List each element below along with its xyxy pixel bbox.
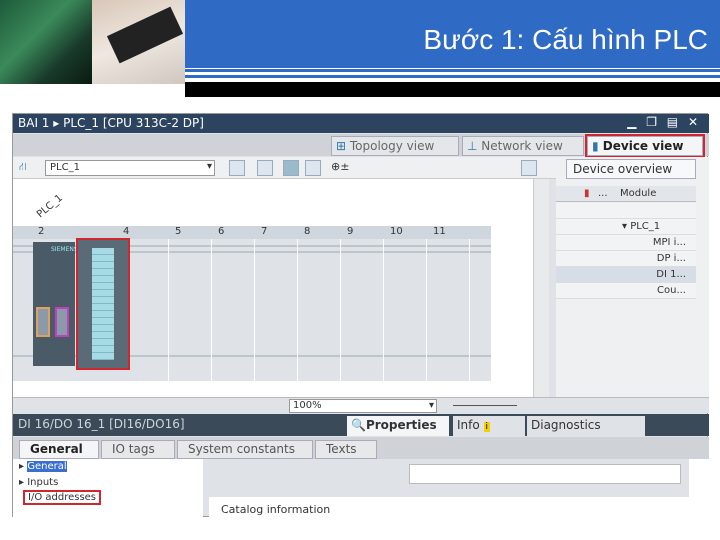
tab-network-view[interactable]: ⊥ Network view: [462, 136, 584, 156]
catalog-information-heading: Catalog information: [221, 503, 331, 516]
slot-number: 7: [261, 226, 268, 237]
di16-do16-module[interactable]: [76, 238, 130, 370]
header-band: Bước 1: Cấu hình PLC: [185, 0, 720, 68]
window-controls[interactable]: ▁ ❐ ▤ ✕: [627, 115, 701, 129]
property-nav: ▸ General ▸ Inputs I/O addresses: [13, 459, 203, 518]
properties-icon: 🔍: [351, 418, 366, 432]
network-icon: ⊥: [467, 139, 482, 153]
dp-port[interactable]: [55, 307, 69, 337]
view-tabs: ⊞ Topology view ⊥ Network view ▮ Device …: [13, 134, 709, 158]
nav-inputs[interactable]: ▸ Inputs: [19, 477, 58, 488]
horizontal-scrollbar[interactable]: 100% ▾: [13, 397, 709, 413]
slot-number: 4: [123, 226, 130, 237]
device-connect-icon[interactable]: ⛙: [19, 160, 27, 175]
slot-number: 11: [433, 226, 446, 237]
cpu-module[interactable]: SIEMENS: [33, 242, 78, 366]
slot-number: 2: [38, 226, 45, 237]
module-icon: ▮: [584, 188, 590, 199]
divider: [185, 82, 720, 97]
zoom-in-icon[interactable]: ⊕±: [331, 160, 349, 173]
tab-device-view[interactable]: ▮ Device view: [585, 134, 705, 158]
slot-number: 10: [390, 226, 403, 237]
list-item[interactable]: DP i...: [556, 251, 696, 267]
chevron-down-icon: ▾: [206, 161, 212, 172]
grid-icon[interactable]: [305, 160, 321, 176]
slot-number: 6: [218, 226, 225, 237]
slot-number: 5: [175, 226, 182, 237]
slide-title: Bước 1: Cấu hình PLC: [423, 24, 708, 55]
tia-portal-window: BAI 1 ▸ PLC_1 [CPU 313C-2 DP] ▁ ❐ ▤ ✕ ⊞ …: [12, 113, 709, 518]
breadcrumb: BAI 1 ▸ PLC_1 [CPU 313C-2 DP]: [13, 114, 709, 133]
slot-number: 9: [347, 226, 354, 237]
tab-general[interactable]: General: [19, 440, 99, 459]
slot-numbering-icon[interactable]: [229, 160, 245, 176]
list-item[interactable]: MPI i...: [556, 235, 696, 251]
comment-field[interactable]: [409, 464, 681, 484]
list-item[interactable]: Cou...: [556, 283, 696, 299]
list-item: [556, 203, 696, 219]
slot-header: 2 4 5 6 7 8 9 10 11: [13, 226, 491, 239]
device-select[interactable]: PLC_1 ▾: [45, 160, 215, 176]
tab-system-constants[interactable]: System constants: [177, 440, 313, 459]
list-item[interactable]: ▾ PLC_1: [556, 219, 696, 235]
device-toolbar: ⛙ PLC_1 ▾ ⊕±: [13, 157, 556, 179]
zoom-select[interactable]: 100% ▾: [289, 399, 437, 413]
divider: [185, 69, 720, 72]
nav-io-addresses[interactable]: I/O addresses: [22, 490, 102, 505]
header-image-circuit: [0, 0, 92, 84]
nav-general[interactable]: ▸ General: [19, 461, 67, 472]
tab-properties[interactable]: 🔍Properties: [347, 416, 449, 436]
tab-device-overview[interactable]: Device overview: [566, 159, 696, 179]
zoom-slider[interactable]: [453, 405, 517, 406]
info-icon: i: [483, 422, 491, 432]
overview-header: ▮ ... Module: [556, 186, 696, 202]
show-names-icon[interactable]: [257, 160, 273, 176]
inspector-header: DI 16/DO 16_1 [DI16/DO16] 🔍Properties In…: [13, 414, 709, 436]
property-content: Catalog information: [209, 459, 709, 518]
tab-io-tags[interactable]: IO tags: [101, 440, 175, 459]
chevron-down-icon: ▾: [428, 400, 434, 411]
mpi-port[interactable]: [36, 307, 50, 337]
canvas-vertical-scrollbar[interactable]: [533, 179, 549, 397]
topology-icon: ⊞: [336, 139, 350, 153]
plc-label: PLC_1: [34, 192, 65, 221]
tab-texts[interactable]: Texts: [315, 440, 377, 459]
tab-info[interactable]: Info i: [453, 416, 525, 436]
divider: [185, 75, 720, 78]
tab-diagnostics[interactable]: Diagnostics: [527, 416, 645, 436]
device-icon: ▮: [592, 139, 603, 153]
overview-toggle-icon[interactable]: [521, 160, 537, 176]
property-tabs: General IO tags System constants Texts: [13, 437, 709, 459]
selected-module-title: DI 16/DO 16_1 [DI16/DO16]: [18, 417, 185, 431]
tab-topology-view[interactable]: ⊞ Topology view: [331, 136, 459, 156]
slot-number: 8: [304, 226, 311, 237]
device-overview-panel: Device overview ▮ ... Module ▾ PLC_1 MPI…: [556, 157, 709, 397]
list-item[interactable]: DI 1...: [556, 267, 696, 283]
show-module-icon[interactable]: [283, 160, 299, 176]
